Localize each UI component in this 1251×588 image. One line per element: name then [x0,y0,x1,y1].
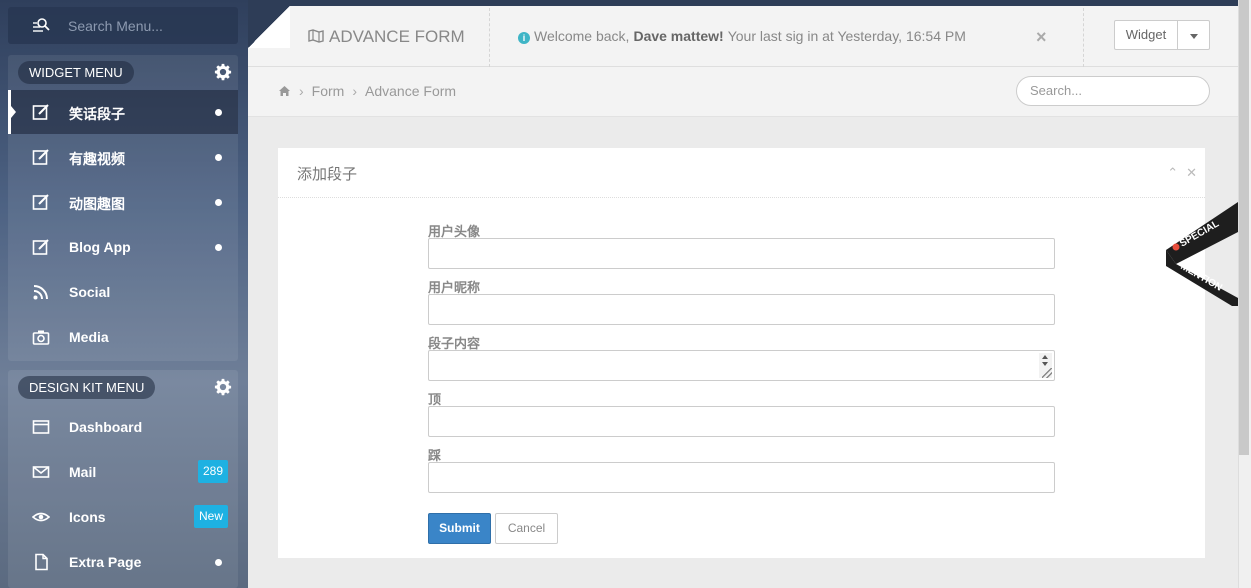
page-title-text: ADVANCE FORM [329,27,465,46]
chevron-down-icon[interactable] [1190,34,1198,39]
status-dot [215,109,222,116]
cancel-button[interactable]: Cancel [495,513,558,544]
sidebar-item-extra-page[interactable]: Extra Page [8,540,238,584]
form-panel-header: 添加段子 ⌃ ✕ [278,148,1205,198]
widget-menu-title: WIDGET MENU [18,61,134,84]
map-icon [308,29,324,43]
nickname-field[interactable] [428,294,1055,325]
sidebar-item-blog-app[interactable]: Blog App [8,225,238,269]
widget-menu-panel: WIDGET MENU 笑话段子 有趣视频 动图趣图 Blog App Soci… [8,55,238,361]
status-dot [215,559,222,566]
form-title: 添加段子 [297,166,358,183]
sidebar-item-label: 动图趣图 [69,196,125,212]
mail-count-badge: 289 [197,460,228,483]
corner-fold [248,6,290,48]
chevron-right-icon: › [299,83,304,99]
sidebar-item-label: Icons [69,509,106,525]
breadcrumb-form[interactable]: Form [312,83,345,99]
design-kit-title: DESIGN KIT MENU [18,376,156,399]
status-dot [215,154,222,161]
rss-icon [33,285,48,300]
info-icon: i [518,32,530,44]
topbar-stripe [248,0,1238,6]
sidebar-search-input[interactable]: Search Menu... [68,18,163,34]
gear-icon[interactable] [214,63,232,81]
welcome-suffix: Your last sig in at Yesterday, 16:54 PM [727,28,966,44]
edit-icon [32,194,49,210]
sidebar-item-videos[interactable]: 有趣视频 [8,135,238,179]
sidebar-item-gifs[interactable]: 动图趣图 [8,180,238,224]
sidebar-item-label: Mail [69,464,97,480]
avatar-field[interactable] [428,238,1055,269]
downvote-field[interactable] [428,462,1055,493]
sidebar-item-jokes[interactable]: 笑话段子 [8,90,238,134]
widget-dropdown[interactable]: Widget [1114,20,1210,50]
new-badge: New [193,505,228,528]
welcome-message: i Welcome back, Dave mattew! Your last sig … [518,28,966,44]
search-input[interactable]: Search... [1016,76,1210,106]
widget-button-label[interactable]: Widget [1115,21,1178,49]
special-mention-ribbon[interactable]: SPECIAL MENTION [1166,202,1238,306]
scrollbar-thumb[interactable] [1239,0,1249,455]
edit-icon [32,239,49,255]
window-icon [32,420,50,434]
edit-icon [32,104,49,120]
mail-icon [32,466,50,478]
sidebar-item-label: Media [69,329,109,345]
collapse-icon[interactable]: ⌃ [1167,165,1178,180]
panel-tools: ⌃ ✕ [1159,165,1197,181]
status-dot [215,199,222,206]
close-icon[interactable]: × [1036,27,1047,48]
breadcrumb-advance-form[interactable]: Advance Form [365,83,456,99]
close-icon[interactable]: ✕ [1186,165,1197,180]
user-name: Dave mattew! [633,28,724,44]
sidebar-item-media[interactable]: Media [8,315,238,359]
file-icon [35,553,48,571]
resize-handle-icon[interactable] [1042,368,1052,378]
ribbon-badge-icon [1172,243,1180,251]
home-icon[interactable] [278,85,291,97]
sidebar-item-label: 有趣视频 [69,151,125,167]
gear-icon[interactable] [214,378,232,396]
submit-button[interactable]: Submit [428,513,491,544]
sidebar-item-icons[interactable]: Icons New [8,495,238,539]
chevron-right-icon: › [352,83,358,99]
eye-icon [32,512,50,522]
sidebar-item-label: Dashboard [69,419,143,435]
sidebar-item-label: Blog App [69,239,131,255]
sidebar-item-dashboard[interactable]: Dashboard [8,405,238,449]
sidebar-item-social[interactable]: Social [8,270,238,314]
sidebar-item-label: 笑话段子 [69,106,125,122]
sidebar: Search Menu... WIDGET MENU 笑话段子 有趣视频 动图趣… [0,0,248,588]
sidebar-search[interactable]: Search Menu... [8,7,238,44]
design-kit-panel: DESIGN KIT MENU Dashboard Mail 289 Icons… [8,370,238,588]
camera-icon [32,330,50,345]
edit-icon [32,149,49,165]
divider [1083,8,1084,67]
content-textarea[interactable] [428,350,1055,381]
search-menu-icon [33,18,50,32]
sidebar-item-label: Extra Page [69,554,142,570]
status-dot [215,244,222,251]
breadcrumb: › Form › Advance Form [278,83,456,99]
upvote-field[interactable] [428,406,1055,437]
sidebar-item-label: Social [69,284,111,300]
welcome-prefix: Welcome back, [534,28,630,44]
sidebar-item-mail[interactable]: Mail 289 [8,450,238,494]
page-title: ADVANCE FORM [308,27,465,47]
divider [489,8,490,67]
